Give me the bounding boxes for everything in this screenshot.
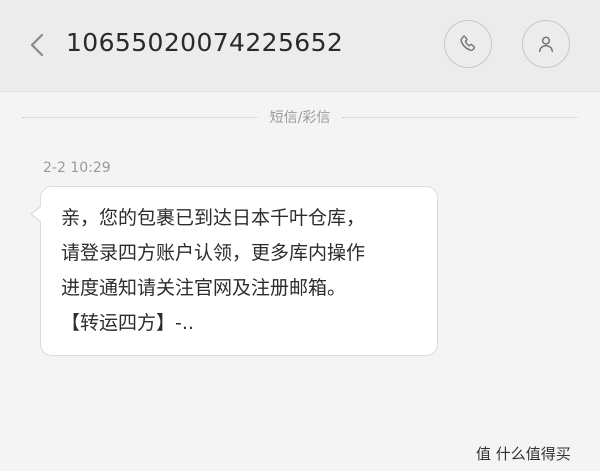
- divider-line-left: [22, 116, 258, 118]
- watermark-text: 值 什么值得买: [476, 444, 571, 463]
- message-type-label: 短信/彩信: [269, 110, 331, 126]
- chevron-left-icon: [30, 33, 44, 57]
- message-bubble[interactable]: 亲，您的包裹已到达日本千叶仓库， 请登录四方账户认领，更多库内操作 进度通知请关…: [30, 186, 438, 356]
- message-type-divider: 短信/彩信: [22, 104, 578, 130]
- call-button[interactable]: [444, 20, 492, 68]
- divider-line-right: [342, 116, 578, 118]
- phone-icon: [460, 35, 475, 52]
- sender-number: 10655020074225652: [66, 28, 344, 57]
- back-button[interactable]: [26, 30, 48, 60]
- message-line: 进度通知请关注官网及注册邮箱。: [61, 277, 347, 299]
- person-icon: [539, 36, 553, 53]
- watermark: 值 什么值得买: [476, 438, 571, 468]
- contact-button[interactable]: [522, 20, 570, 68]
- message-line: 【转运四方】-..: [61, 312, 194, 334]
- message-line: 请登录四方账户认领，更多库内操作: [61, 242, 366, 264]
- message-timestamp: 2-2 10:29: [43, 160, 111, 176]
- conversation-header: 10655020074225652: [0, 0, 600, 92]
- message-line: 亲，您的包裹已到达日本千叶仓库，: [61, 207, 366, 229]
